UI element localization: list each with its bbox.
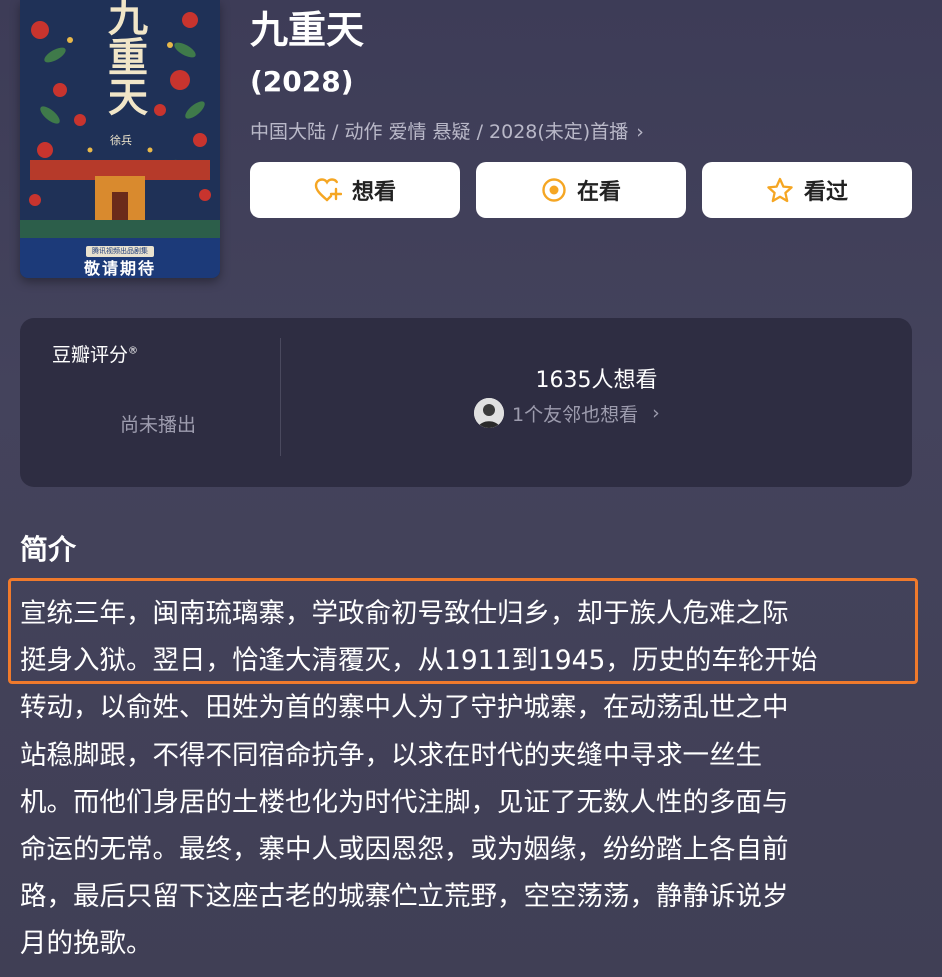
watched-button[interactable]: 看过 — [702, 162, 912, 218]
rating-status: 尚未播出 — [120, 414, 197, 436]
want-count: 1635人想看 — [535, 368, 658, 393]
poster-image[interactable]: 九重天 徐兵 腾讯视频出品剧集 敬请期待 — [20, 0, 220, 278]
watching-button-label: 在看 — [576, 180, 621, 205]
avatar — [474, 398, 504, 428]
poster-small-tag: 腾讯视频出品剧集 — [86, 246, 154, 257]
poster-tagline: 敬请期待 — [83, 259, 156, 278]
rating-label-text: 豆瓣评分 — [52, 344, 129, 366]
chevron-right-icon: › — [652, 402, 660, 424]
poster-title: 九重天 — [101, 0, 148, 116]
movie-title: 九重天 — [250, 8, 365, 52]
target-icon — [542, 178, 566, 202]
friends-want-link[interactable]: 1个友邻也想看 › — [474, 398, 660, 428]
watching-button[interactable]: 在看 — [476, 162, 686, 218]
registered-mark: ® — [128, 345, 139, 357]
want-button-label: 想看 — [351, 180, 396, 205]
chevron-right-icon: › — [636, 121, 644, 143]
synopsis-line: 机。而他们身居的土楼也化为时代注脚，见证了无数人性的多面与 — [20, 786, 789, 818]
friends-want-text: 1个友邻也想看 — [512, 403, 639, 426]
want-button[interactable]: 想看 — [250, 162, 460, 218]
poster-banner: 腾讯视频出品剧集 敬请期待 — [20, 238, 220, 278]
star-icon — [767, 177, 793, 202]
douban-rating-label: 豆瓣评分® — [52, 340, 138, 367]
poster-author: 徐兵 — [110, 134, 132, 147]
movie-meta[interactable]: 中国大陆 / 动作 爱情 悬疑 / 2028(未定)首播 › — [250, 116, 644, 148]
synopsis-line: 路，最后只留下这座古老的城寨伫立荒野，空空荡荡，静静诉说岁 — [20, 881, 789, 913]
synopsis-line: 月的挽歌。 — [20, 928, 153, 960]
divider — [280, 338, 281, 456]
movie-meta-text: 中国大陆 / 动作 爱情 悬疑 / 2028(未定)首播 — [250, 121, 629, 143]
rating-card: 豆瓣评分® 尚未播出 1635人想看 1个友邻也想看 › — [20, 318, 912, 487]
synopsis-line: 转动，以俞姓、田姓为首的寨中人为了守护城寨，在动荡乱世之中 — [20, 692, 789, 724]
movie-year: (2028) — [250, 65, 354, 98]
heart-plus-icon — [314, 178, 342, 202]
watched-button-label: 看过 — [803, 180, 848, 205]
synopsis-line: 挺身入狱。翌日，恰逢大清覆灭，从1911到1945，历史的车轮开始 — [20, 645, 818, 677]
synopsis-line: 宣统三年，闽南琉璃寨，学政俞初号致仕归乡，却于族人危难之际 — [20, 598, 789, 629]
avatar-image — [474, 398, 504, 428]
synopsis-heading: 简介 — [20, 533, 77, 566]
synopsis-line: 命运的无常。最终，寨中人或因恩怨，或为姻缘，纷纷踏上各自前 — [20, 834, 789, 866]
synopsis-text: 宣统三年，闽南琉璃寨，学政俞初号致仕归乡，却于族人危难之际 挺身入狱。翌日，恰逢… — [20, 590, 922, 968]
synopsis-line: 站稳脚跟，不得不同宿命抗争，以求在时代的夹缝中寻求一丝生 — [20, 739, 762, 771]
